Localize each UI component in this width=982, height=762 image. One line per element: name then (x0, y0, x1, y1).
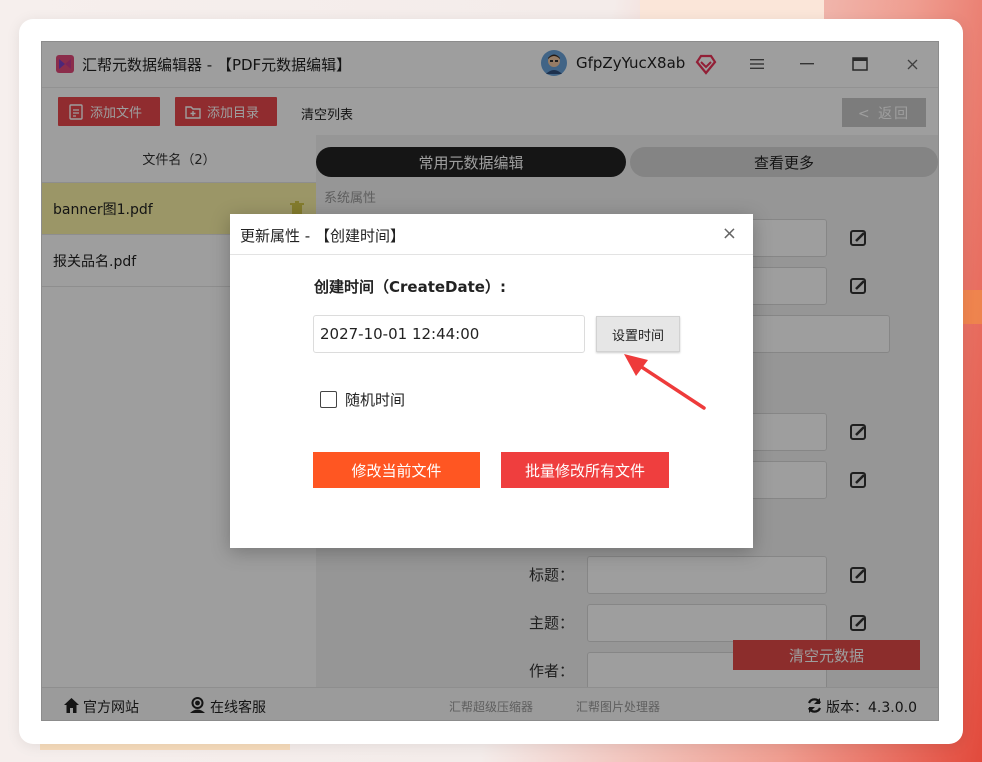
set-time-button[interactable]: 设置时间 (596, 316, 680, 352)
modify-current-file-button[interactable]: 修改当前文件 (313, 452, 480, 488)
dialog-header: 更新属性 - 【创建时间】 × (230, 214, 753, 255)
random-time-checkbox[interactable] (320, 391, 337, 408)
create-date-input[interactable]: 2027-10-01 12:44:00 (313, 315, 585, 353)
dialog-title: 更新属性 - 【创建时间】 (240, 227, 405, 245)
random-time-option[interactable]: 随机时间 (320, 389, 405, 410)
create-date-label: 创建时间（CreateDate）: (314, 278, 506, 296)
batch-modify-all-button[interactable]: 批量修改所有文件 (501, 452, 669, 488)
decor-top-strip (640, 0, 824, 20)
annotation-arrow-icon (624, 354, 706, 410)
decor-right-strip (963, 290, 982, 324)
decor-bottom-strip (40, 744, 290, 750)
random-time-label: 随机时间 (345, 391, 406, 409)
dialog-close-icon[interactable]: × (722, 223, 737, 244)
